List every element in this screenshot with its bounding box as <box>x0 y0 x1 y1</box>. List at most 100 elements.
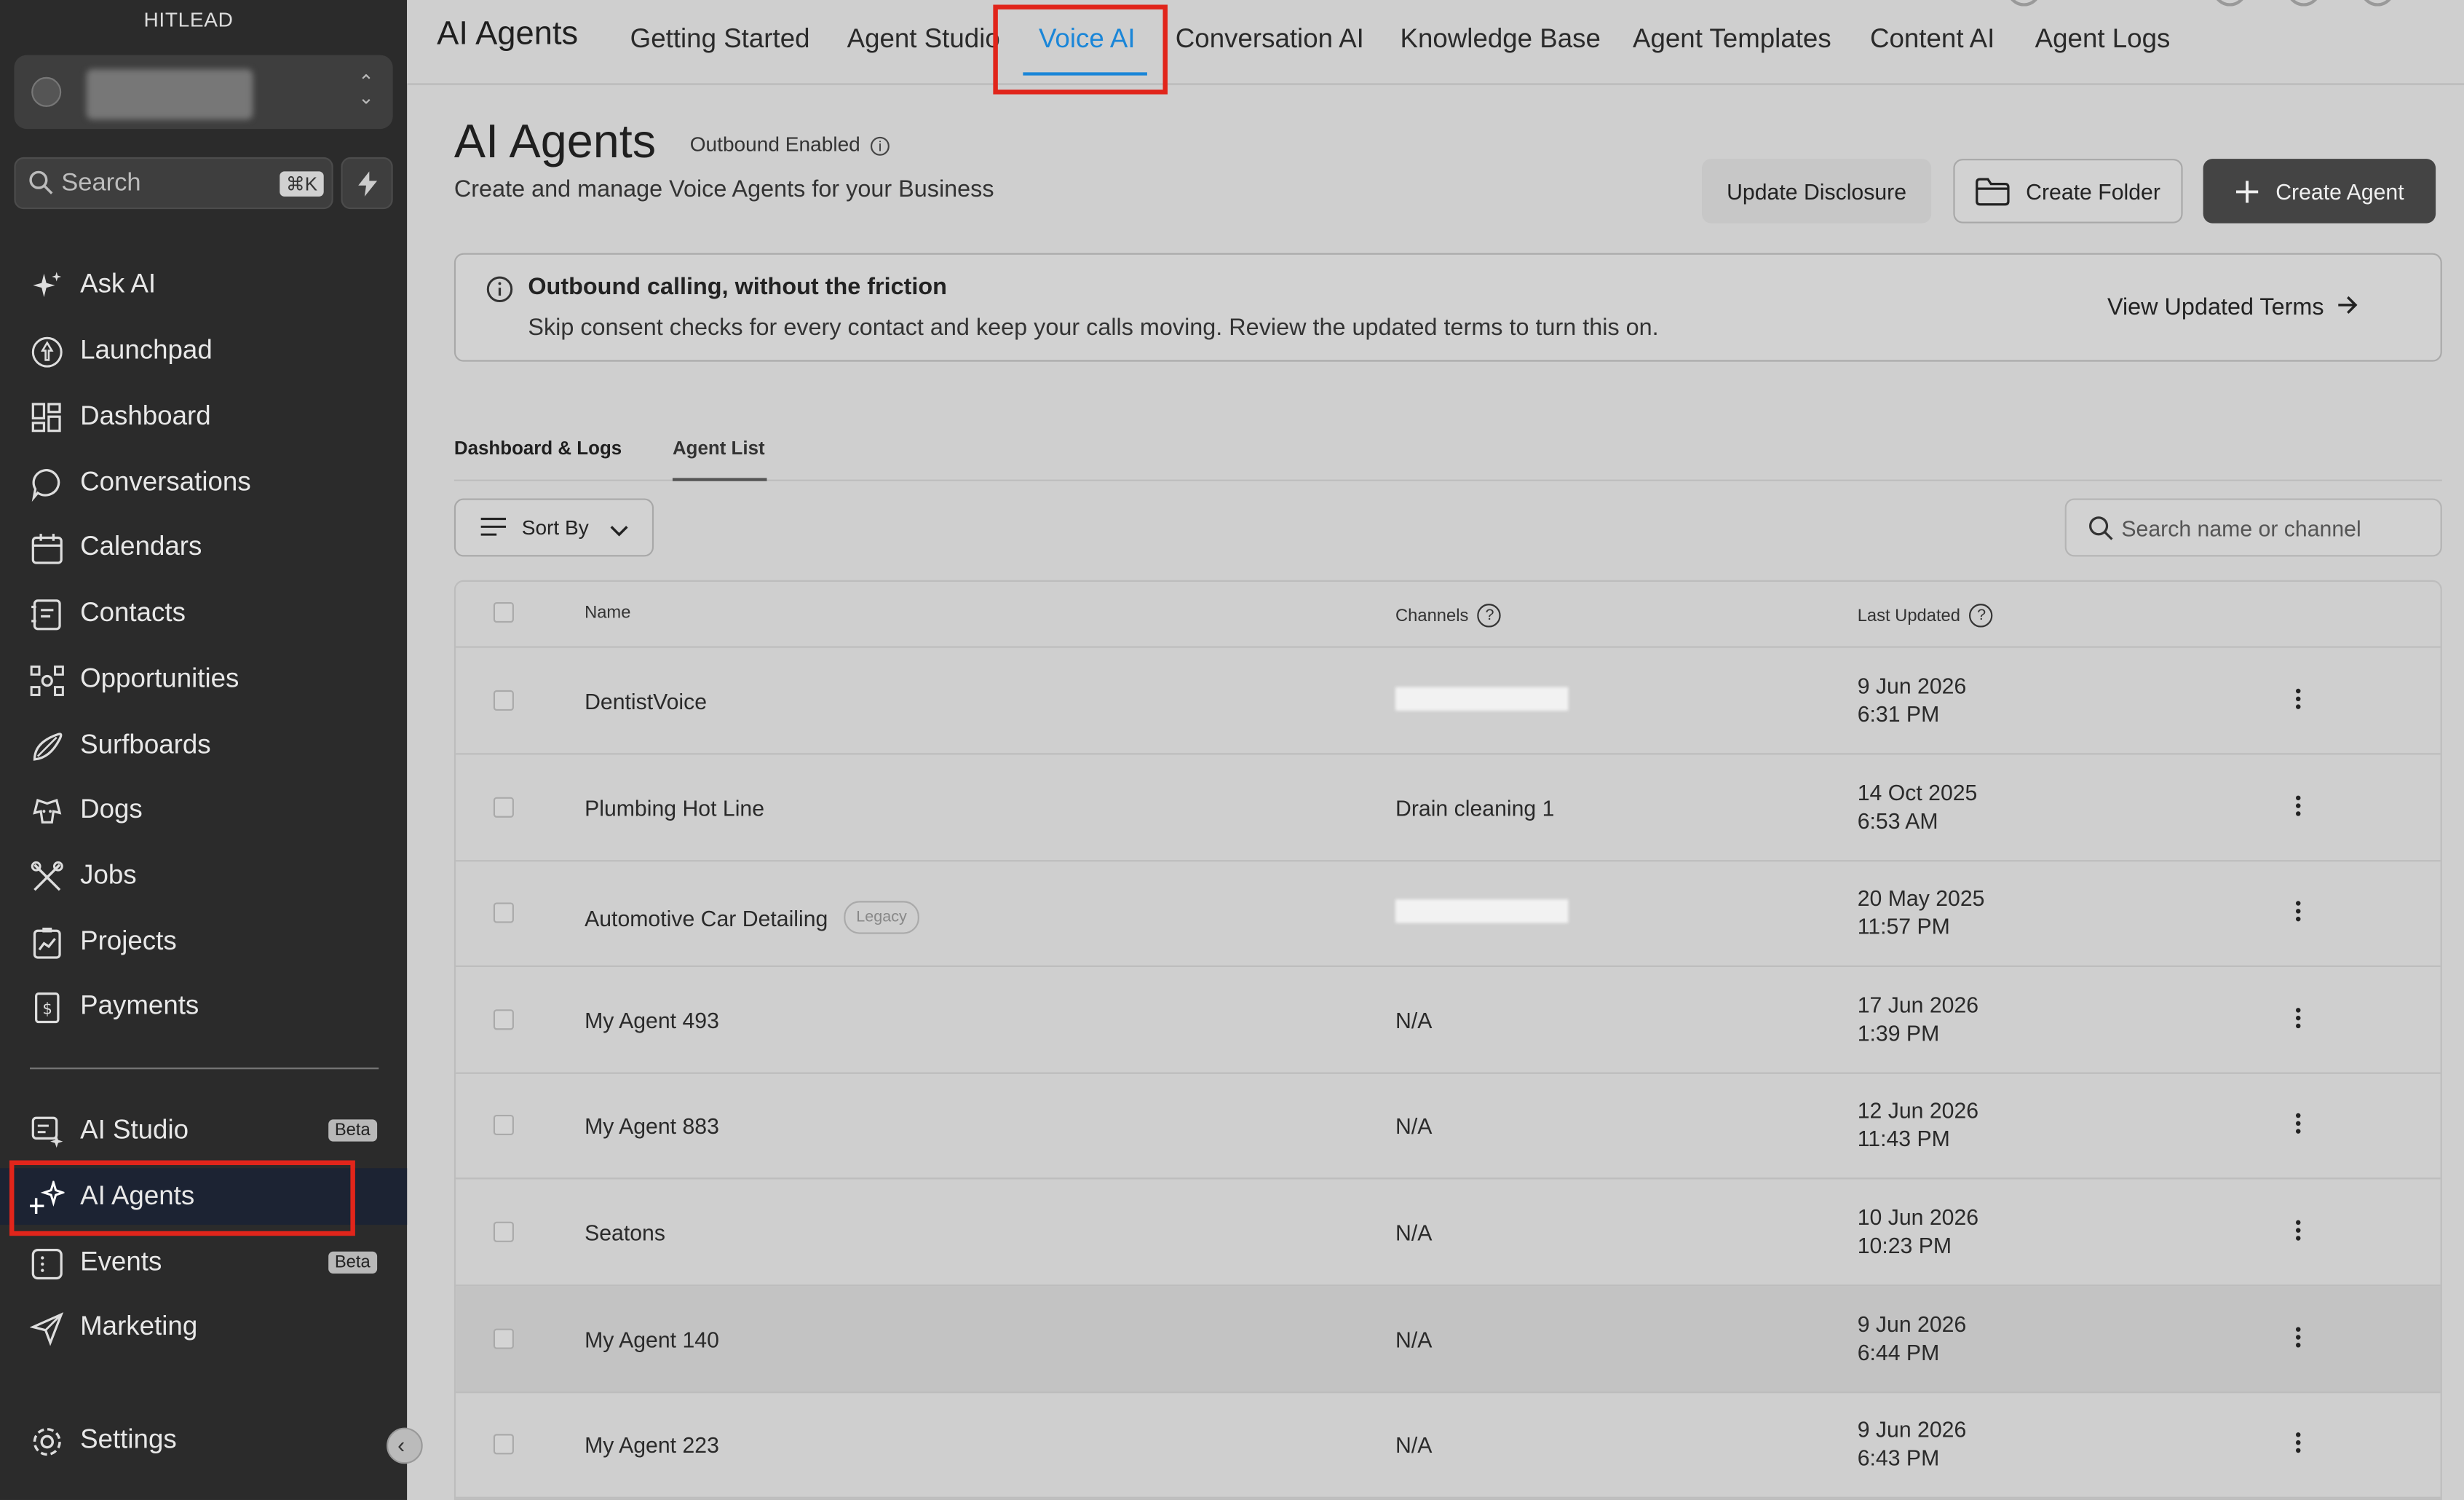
agent-name-label: Seatons <box>585 1220 665 1246</box>
help-icon[interactable]: ? <box>1969 604 1994 628</box>
more-options-icon[interactable] <box>2291 792 2304 820</box>
agent-name[interactable]: My Agent 493 <box>585 1008 719 1033</box>
tab-agent-templates[interactable]: Agent Templates <box>1633 23 1831 55</box>
sidebar-item-launchpad[interactable]: Launchpad <box>0 323 407 379</box>
row-checkbox[interactable] <box>493 1434 514 1455</box>
table-row[interactable]: Seatons N/A 10 Jun 2026 10:23 PM <box>456 1179 2441 1287</box>
sidebar-item-label: Marketing <box>80 1311 198 1341</box>
row-checkbox[interactable] <box>493 1008 514 1030</box>
tab-agent-logs[interactable]: Agent Logs <box>2035 23 2171 55</box>
create-agent-button[interactable]: Create Agent <box>2203 159 2436 224</box>
sidebar-item-ai-studio[interactable]: AI Studio Beta <box>0 1102 407 1159</box>
agent-name-label: DentistVoice <box>585 688 708 714</box>
create-folder-button[interactable]: Create Folder <box>1953 159 2183 224</box>
contact-book-icon <box>30 598 64 633</box>
collapse-sidebar-button[interactable]: ‹ <box>387 1427 423 1464</box>
table-row[interactable]: My Agent 493 N/A 17 Jun 2026 1:39 PM <box>456 967 2441 1074</box>
sidebar-item-events[interactable]: Events Beta <box>0 1234 407 1291</box>
tab-knowledge-base[interactable]: Knowledge Base <box>1400 23 1600 55</box>
sidebar-item-payments[interactable]: $ Payments <box>0 978 407 1035</box>
outbound-status: Outbound Enabled i <box>690 132 890 156</box>
column-header-last-updated[interactable]: Last Updated? <box>1858 604 1994 628</box>
sidebar-item-contacts[interactable]: Contacts <box>0 585 407 642</box>
sidebar-search[interactable]: Search ⌘K <box>14 157 333 210</box>
agent-name[interactable]: My Agent 883 <box>585 1114 719 1140</box>
header-icon-partial[interactable] <box>2360 0 2396 7</box>
sidebar-item-ask-ai[interactable]: Ask AI <box>0 256 407 313</box>
last-updated-time: 11:43 PM <box>1857 1126 1950 1152</box>
sidebar-item-jobs[interactable]: Jobs <box>0 848 407 904</box>
header-icon-partial[interactable] <box>2286 0 2321 7</box>
sidebar-item-settings[interactable]: Settings <box>0 1412 407 1469</box>
sidebar-item-calendars[interactable]: Calendars <box>0 519 407 576</box>
tab-agent-list[interactable]: Agent List <box>673 437 765 459</box>
sort-lines-icon <box>480 517 507 540</box>
sidebar-item-label: Settings <box>80 1424 177 1455</box>
table-row[interactable]: Automotive Car Detailing Legacy 20 May 202… <box>456 861 2441 968</box>
view-updated-terms-link[interactable]: View Updated Terms <box>2107 294 2358 320</box>
table-row[interactable]: Plumbing Hot Line Drain cleaning 1 14 Oct … <box>456 754 2441 861</box>
help-icon[interactable]: ? <box>1478 604 1502 628</box>
row-checkbox[interactable] <box>493 690 514 711</box>
tools-icon <box>30 860 64 895</box>
header-icon-partial[interactable] <box>2212 0 2248 7</box>
chevron-left-icon: ‹ <box>397 1432 405 1458</box>
sidebar-item-surfboards[interactable]: Surfboards <box>0 717 407 774</box>
tab-agent-studio[interactable]: Agent Studio <box>847 23 1000 55</box>
table-row[interactable]: My Agent 223 N/A 9 Jun 2026 6:43 PM <box>456 1392 2441 1499</box>
more-options-icon[interactable] <box>2291 1110 2304 1139</box>
more-options-icon[interactable] <box>2291 685 2304 714</box>
sidebar-item-dogs[interactable]: Dogs <box>0 781 407 838</box>
account-switcher[interactable]: ⌃ ⌄ <box>14 55 393 130</box>
last-updated-date: 14 Oct 2025 <box>1857 779 1978 805</box>
agent-search-input[interactable]: Search name or channel <box>2064 498 2442 557</box>
more-options-icon[interactable] <box>2291 1429 2304 1458</box>
agent-name[interactable]: Automotive Car Detailing Legacy <box>585 901 920 935</box>
sidebar-item-marketing[interactable]: Marketing <box>0 1299 407 1356</box>
update-disclosure-button[interactable]: Update Disclosure <box>1701 159 1932 224</box>
more-options-icon[interactable] <box>2291 1323 2304 1351</box>
last-updated-time: 11:57 PM <box>1857 913 1950 939</box>
agent-name[interactable]: Seatons <box>585 1220 665 1246</box>
sidebar-item-label: Dashboard <box>80 400 211 431</box>
sidebar-item-projects[interactable]: Projects <box>0 914 407 971</box>
tab-conversation-ai[interactable]: Conversation AI <box>1176 23 1364 55</box>
sidebar-item-dashboard[interactable]: Dashboard <box>0 388 407 445</box>
row-checkbox[interactable] <box>493 796 514 817</box>
agent-name[interactable]: My Agent 140 <box>585 1327 719 1352</box>
row-checkbox[interactable] <box>493 902 514 923</box>
tab-getting-started[interactable]: Getting Started <box>630 23 810 55</box>
info-icon[interactable]: i <box>871 136 890 156</box>
more-options-icon[interactable] <box>2291 898 2304 926</box>
table-row[interactable]: My Agent 883 N/A 12 Jun 2026 11:43 PM <box>456 1073 2441 1180</box>
header-icon-partial[interactable] <box>2006 0 2042 7</box>
more-options-icon[interactable] <box>2291 1217 2304 1245</box>
more-options-icon[interactable] <box>2291 1004 2304 1033</box>
column-header-name[interactable]: Name <box>585 604 630 623</box>
highlight-box <box>993 4 1168 95</box>
agent-channel: N/A <box>1395 1326 1433 1352</box>
top-nav: AI Agents Getting Started Agent Studio V… <box>407 0 2464 85</box>
sidebar-item-label: Conversations <box>80 467 251 497</box>
row-checkbox[interactable] <box>493 1221 514 1242</box>
last-updated-date: 10 Jun 2026 <box>1857 1204 1979 1230</box>
tab-dashboard-logs[interactable]: Dashboard & Logs <box>454 437 622 459</box>
column-header-channels[interactable]: Channels? <box>1395 604 1502 628</box>
row-checkbox[interactable] <box>493 1327 514 1349</box>
sidebar-item-conversations[interactable]: Conversations <box>0 454 407 511</box>
search-shortcut: ⌘K <box>280 171 324 197</box>
outbound-banner: Outbound calling, without the friction S… <box>453 253 2442 362</box>
quick-actions-button[interactable] <box>341 157 393 210</box>
sidebar-item-opportunities[interactable]: Opportunities <box>0 651 407 708</box>
tab-content-ai[interactable]: Content AI <box>1870 23 1994 55</box>
agent-name[interactable]: DentistVoice <box>585 689 707 714</box>
row-checkbox[interactable] <box>493 1115 514 1136</box>
table-row[interactable]: DentistVoice 9 Jun 2026 6:31 PM <box>456 648 2441 755</box>
agent-name[interactable]: Plumbing Hot Line <box>585 795 764 821</box>
sidebar-item-label: AI Studio <box>80 1114 189 1145</box>
table-row[interactable]: My Agent 140 N/A 9 Jun 2026 6:44 PM <box>456 1285 2441 1393</box>
sort-by-dropdown[interactable]: Sort By <box>453 498 654 557</box>
account-name-redacted <box>86 69 253 120</box>
agent-name[interactable]: My Agent 223 <box>585 1433 719 1458</box>
select-all-checkbox[interactable] <box>493 602 514 623</box>
